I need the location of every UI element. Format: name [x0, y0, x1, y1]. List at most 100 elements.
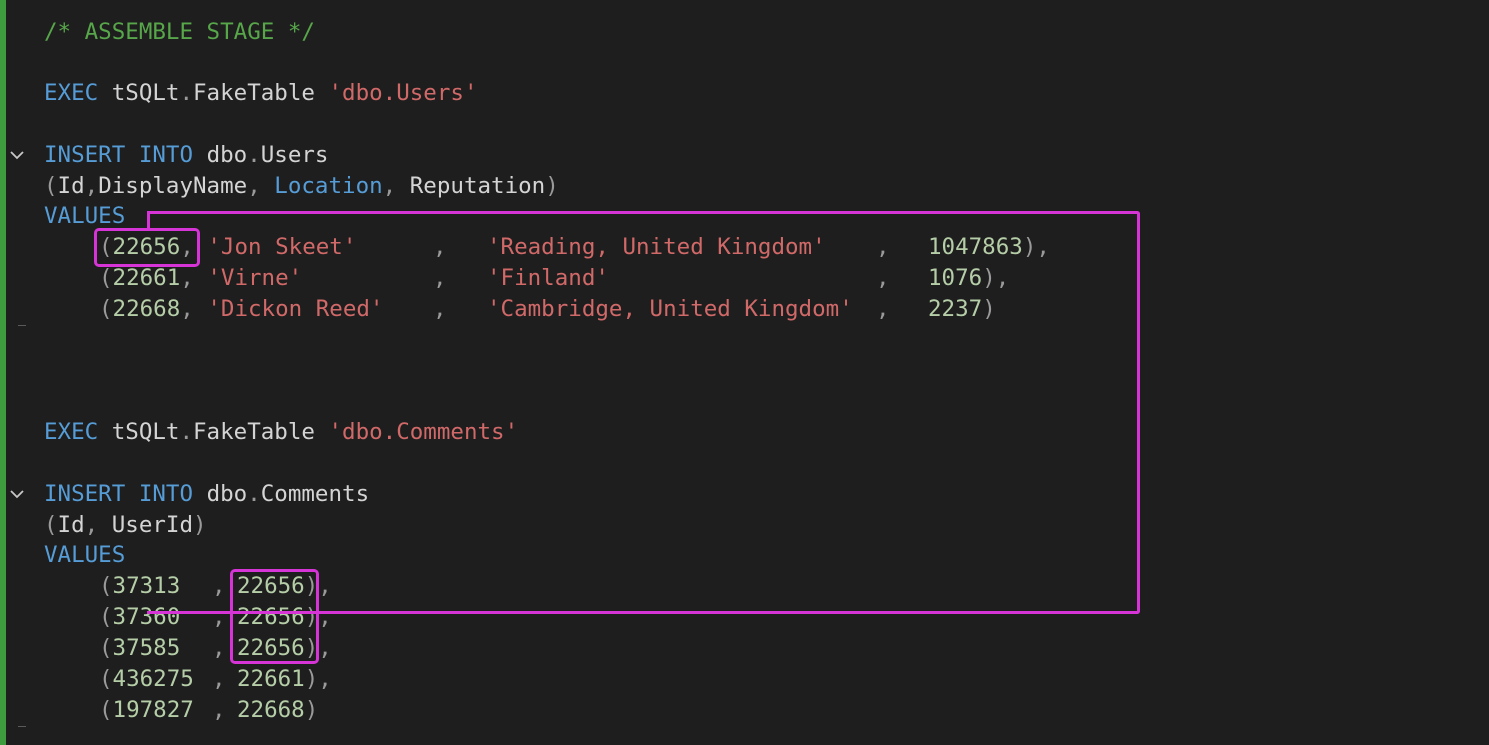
code-line-insert-comments[interactable]: INSERT INTO dbo.Comments	[44, 479, 369, 510]
code-line-user-row-rep: ,	[876, 263, 890, 294]
punctuation: ,	[180, 296, 194, 322]
punctuation: ),	[982, 265, 1010, 291]
code-line-comment[interactable]: /* ASSEMBLE STAGE */	[44, 17, 315, 48]
number-literal: 22668	[112, 296, 181, 322]
code-line-faketable-comments[interactable]: EXEC tSQLt.FakeTable 'dbo.Comments'	[44, 417, 518, 448]
code-line-comment-row-sep: ,	[212, 633, 226, 664]
column-name: Location	[274, 173, 383, 199]
keyword: EXEC	[44, 419, 99, 445]
code-line-comment-row[interactable]: (37360	[99, 602, 180, 633]
identifier: tSQLt	[111, 419, 180, 445]
number-literal: 22661	[112, 265, 181, 291]
punctuation: )	[545, 173, 559, 199]
code-line-user-row-end: 1076),	[928, 263, 1009, 294]
punctuation: (	[99, 604, 113, 630]
punctuation: (	[44, 173, 58, 199]
number-literal: 197827	[112, 697, 194, 723]
punctuation: ,	[212, 604, 226, 630]
code-editor[interactable]: /* ASSEMBLE STAGE */ EXEC tSQLt.FakeTabl…	[0, 0, 1489, 745]
code-line-comment-row-uid: 22661),	[237, 664, 332, 695]
number-literal: 22668	[237, 697, 305, 723]
function-name: FakeTable	[193, 419, 315, 445]
code-line-comment-row[interactable]: (197827	[99, 695, 194, 726]
code-line-comment-row-sep: ,	[212, 695, 226, 726]
code-line-user-row[interactable]: (22656, 'Jon Skeet'	[99, 232, 356, 263]
punctuation: (	[99, 296, 113, 322]
keyword: EXEC	[44, 80, 99, 106]
code-line-user-row-rest: ,	[433, 294, 447, 325]
code-line-user-row-loc: 'Finland'	[487, 263, 609, 294]
code-line-user-row-loc: 'Reading, United Kingdom'	[487, 232, 826, 263]
column-name: Reputation	[409, 173, 546, 199]
punctuation: ,	[433, 234, 447, 260]
code-line-user-row-rest: ,	[433, 232, 447, 263]
code-line-user-row-end: 2237)	[928, 294, 996, 325]
punctuation: ,	[876, 234, 890, 260]
number-literal: 37360	[112, 604, 181, 630]
column-name: Id	[57, 173, 85, 199]
number-literal: 22656	[237, 573, 305, 599]
punctuation: ,	[180, 234, 194, 260]
punctuation: ),	[304, 635, 332, 661]
keyword: VALUES	[44, 203, 126, 229]
string-literal: 'dbo.Comments'	[328, 419, 519, 445]
column-name: UserId	[111, 512, 194, 538]
number-literal: 22656	[237, 604, 305, 630]
code-line-comment-row-uid: 22668)	[237, 695, 318, 726]
punctuation: ),	[1022, 234, 1050, 260]
punctuation: (	[99, 573, 113, 599]
code-line-columns-users[interactable]: (Id,DisplayName, Location, Reputation)	[44, 171, 559, 202]
number-literal: 22661	[237, 666, 305, 692]
code-line-values[interactable]: VALUES	[44, 540, 125, 571]
punctuation: (	[44, 512, 58, 538]
change-indicator-bar	[0, 0, 6, 745]
schema-name: dbo	[206, 481, 248, 507]
punctuation: ,	[212, 635, 226, 661]
string-literal: 'Virne'	[207, 265, 303, 291]
code-line-columns-comments[interactable]: (Id, UserId)	[44, 510, 207, 541]
punctuation: ,	[433, 265, 447, 291]
fold-end-marker	[18, 325, 26, 326]
punctuation: )	[304, 697, 319, 723]
punctuation: ,	[382, 173, 410, 199]
code-line-values[interactable]: VALUES	[44, 201, 125, 232]
function-name: FakeTable	[193, 80, 315, 106]
code-line-comment-row[interactable]: (37585	[99, 633, 180, 664]
code-line-comment-row[interactable]: (37313	[99, 571, 180, 602]
code-line-comment-row-uid: 22656),	[237, 602, 332, 633]
string-literal: 'Dickon Reed'	[207, 296, 384, 322]
code-line-user-row[interactable]: (22668, 'Dickon Reed'	[99, 294, 383, 325]
punctuation: (	[99, 635, 113, 661]
code-line-comment-row-sep: ,	[212, 571, 226, 602]
code-line-user-row-rest: ,	[433, 263, 447, 294]
string-literal: 'Reading, United Kingdom'	[487, 234, 826, 260]
punctuation: (	[99, 666, 113, 692]
keyword: INSERT INTO	[44, 142, 194, 168]
code-line-comment-row[interactable]: (436275	[99, 664, 194, 695]
punctuation: .	[179, 80, 194, 106]
number-literal: 37313	[112, 573, 181, 599]
punctuation: ,	[433, 296, 447, 322]
punctuation: ,	[876, 296, 890, 322]
number-literal: 1076	[928, 265, 983, 291]
code-line-comment-row-uid: 22656),	[237, 633, 332, 664]
code-line-insert-users[interactable]: INSERT INTO dbo.Users	[44, 140, 328, 171]
punctuation: .	[179, 419, 194, 445]
code-line-faketable-users[interactable]: EXEC tSQLt.FakeTable 'dbo.Users'	[44, 78, 478, 109]
punctuation: ,	[84, 173, 99, 199]
chevron-down-icon[interactable]	[10, 488, 24, 500]
number-literal: 2237	[928, 296, 983, 322]
punctuation: )	[982, 296, 996, 322]
number-literal: 22656	[237, 635, 305, 661]
comment: /* ASSEMBLE STAGE */	[44, 19, 315, 45]
punctuation: ,	[84, 512, 112, 538]
table-name: Comments	[260, 481, 370, 507]
code-line-user-row[interactable]: (22661, 'Virne'	[99, 263, 302, 294]
punctuation: ),	[304, 666, 332, 692]
punctuation: (	[99, 265, 113, 291]
keyword: VALUES	[44, 542, 126, 568]
chevron-down-icon[interactable]	[10, 149, 24, 161]
connector-line	[147, 212, 150, 229]
punctuation: (	[99, 697, 113, 723]
table-name: Users	[260, 142, 329, 168]
